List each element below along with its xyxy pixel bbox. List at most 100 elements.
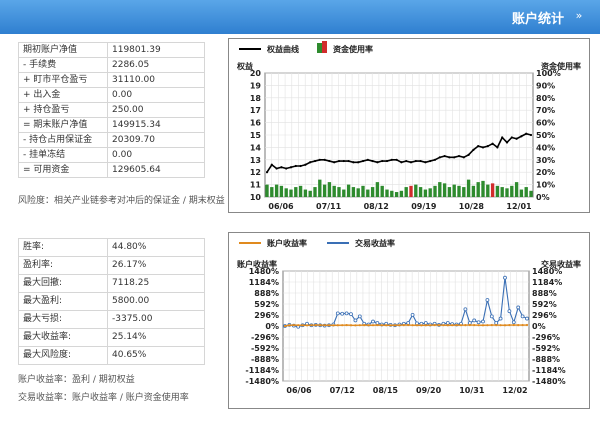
usage-bar xyxy=(322,184,327,197)
y-tick-label-right: 60% xyxy=(536,119,555,128)
usage-bar xyxy=(529,190,533,197)
account-return-point xyxy=(517,324,520,327)
account-return-point xyxy=(385,324,388,327)
y-tick-label-right: 80% xyxy=(536,94,555,103)
trade-return-point xyxy=(423,321,428,325)
equity-point xyxy=(472,148,475,151)
trade-return-point xyxy=(516,305,521,310)
equity-point xyxy=(505,141,509,144)
trade-return-point xyxy=(489,314,494,319)
equity-point xyxy=(433,158,437,161)
collapse-icon[interactable]: » xyxy=(572,9,586,23)
equity-point xyxy=(481,146,485,149)
left-axis-title: 权益 xyxy=(236,61,253,71)
equity-point xyxy=(477,145,480,148)
trade-return-point xyxy=(335,311,340,316)
x-tick-label: 10/31 xyxy=(459,386,485,395)
row-label: + 出入金 xyxy=(18,87,108,103)
y-tick-label-right: 90% xyxy=(536,81,555,90)
account-return-point xyxy=(464,324,467,327)
performance-row: 胜率: 44.80% xyxy=(18,238,205,257)
usage-bar xyxy=(346,184,351,197)
equity-point xyxy=(395,158,398,161)
y-tick-label-right: -888% xyxy=(532,355,560,364)
y-tick-label-left: -1480% xyxy=(245,377,279,386)
account-return-point xyxy=(345,323,348,327)
account-return-point xyxy=(503,324,507,327)
equity-point xyxy=(525,132,528,135)
equity-point xyxy=(299,164,302,168)
account-return-point xyxy=(336,324,339,327)
y-tick-label-right: 888% xyxy=(532,289,557,298)
equity-point xyxy=(333,161,336,164)
row-label: 最大回撤: xyxy=(18,274,108,293)
usage-bar xyxy=(442,183,447,197)
row-value: 25.14% xyxy=(107,328,205,347)
x-tick-label: 06/06 xyxy=(268,202,294,211)
row-value: 5800.00 xyxy=(107,292,205,311)
equity-point xyxy=(405,159,408,163)
equity-point xyxy=(491,142,494,145)
account-return-point xyxy=(288,324,291,327)
equity-point xyxy=(409,161,413,164)
usage-bar xyxy=(265,184,269,197)
usage-bar xyxy=(366,189,370,197)
trade-return-point xyxy=(498,316,503,321)
y-tick-label-left: 16 xyxy=(250,119,262,128)
usage-bar xyxy=(380,185,384,197)
row-value: 0.00 xyxy=(107,147,205,163)
equity-point xyxy=(510,136,513,139)
left-axis-title: 账户收益率 xyxy=(236,259,277,269)
right-axis-title: 交易收益率 xyxy=(541,259,581,269)
row-label: = 可用资金 xyxy=(18,162,108,178)
account-return-point xyxy=(481,324,485,327)
account-return-point xyxy=(459,324,463,327)
y-tick-label-right: 10% xyxy=(536,181,555,190)
equity-point xyxy=(352,161,355,164)
usage-bar xyxy=(519,189,524,197)
account-return-point xyxy=(358,324,361,327)
equity-point xyxy=(424,161,427,164)
row-label: 最大亏损: xyxy=(18,310,108,329)
equity-point xyxy=(361,159,365,163)
y-tick-label-left: 1184% xyxy=(249,278,279,287)
equity-point xyxy=(381,159,384,163)
usage-bar xyxy=(447,187,452,197)
usage-bar xyxy=(303,189,308,197)
trade-return-point xyxy=(507,309,512,314)
account-return-point xyxy=(283,324,287,328)
usage-bar xyxy=(510,185,514,197)
trade-return-point xyxy=(485,298,490,302)
account-return-point xyxy=(301,324,304,327)
y-tick-label-right: 70% xyxy=(536,106,555,115)
x-tick-label: 12/01 xyxy=(506,202,532,211)
account-return-point xyxy=(437,324,441,327)
legend-label-trade: 交易收益率 xyxy=(355,238,395,248)
row-value: 2286.05 xyxy=(107,57,205,73)
y-tick-label-right: -296% xyxy=(532,333,560,342)
account-row: 期初账户净值 119801.39 xyxy=(18,42,205,58)
x-tick-label: 07/11 xyxy=(316,202,342,211)
equity-point xyxy=(357,161,360,164)
legend-swatch-usage-down xyxy=(322,41,327,53)
legend-label-usage: 资金使用率 xyxy=(333,44,373,54)
trade-return-point xyxy=(481,319,485,324)
account-return-point xyxy=(473,323,476,327)
row-value: 129605.64 xyxy=(107,162,205,178)
account-return-point xyxy=(363,324,366,327)
y-tick-label-right: 50% xyxy=(536,131,555,140)
equity-point xyxy=(448,156,451,159)
y-tick-label-left: 14 xyxy=(250,143,262,152)
y-tick-label-left: 11 xyxy=(250,181,262,190)
equity-point xyxy=(285,167,288,170)
row-value: 119801.39 xyxy=(107,42,205,58)
x-tick-label: 12/02 xyxy=(502,386,527,395)
usage-bar xyxy=(433,185,437,197)
y-tick-label-left: -296% xyxy=(251,333,279,342)
x-tick-label: 09/19 xyxy=(411,202,437,211)
usage-bar xyxy=(490,183,495,197)
trade-return-point xyxy=(410,312,415,317)
usage-bar xyxy=(390,190,394,197)
x-tick-label: 09/20 xyxy=(416,386,442,395)
account-return-point xyxy=(310,324,313,327)
